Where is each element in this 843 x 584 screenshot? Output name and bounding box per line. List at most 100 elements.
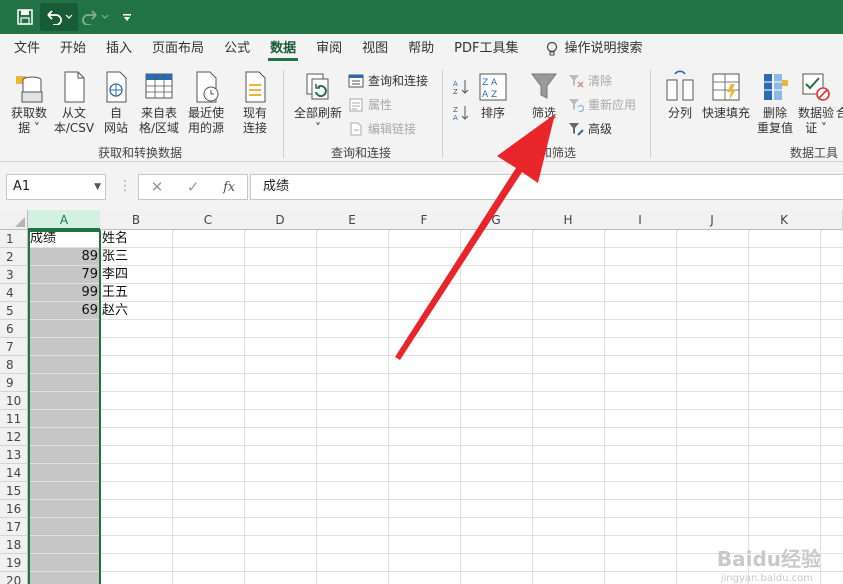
column-header-k[interactable]: K	[748, 210, 821, 230]
undo-icon[interactable]	[40, 3, 78, 31]
row-header-8[interactable]: 8	[0, 356, 28, 374]
advanced-filter-button[interactable]: 高级	[568, 120, 612, 137]
row-header-6[interactable]: 6	[0, 320, 28, 338]
column-header-a[interactable]: A	[28, 210, 101, 230]
svg-text:A: A	[453, 80, 458, 88]
row-header-3[interactable]: 3	[0, 266, 28, 284]
column-header-f[interactable]: F	[388, 210, 461, 230]
row-header-2[interactable]: 2	[0, 248, 28, 266]
sort-descending-icon[interactable]: ZA	[452, 104, 470, 122]
from-web-button[interactable]: 自 网站	[98, 70, 134, 136]
select-all-corner[interactable]	[0, 210, 28, 230]
row-header-19[interactable]: 19	[0, 554, 28, 572]
tab-home[interactable]: 开始	[50, 34, 96, 64]
filter-funnel-icon	[531, 73, 557, 99]
tab-file[interactable]: 文件	[0, 34, 50, 64]
row-header-16[interactable]: 16	[0, 500, 28, 518]
chevron-down-icon[interactable]: ▼	[94, 175, 101, 199]
edit-links-icon	[350, 122, 362, 135]
get-data-button[interactable]: 获取数 据 ˅	[8, 70, 50, 136]
formula-bar-grip-icon[interactable]: ⋮	[118, 178, 132, 194]
enter-icon[interactable]: ✓	[187, 178, 200, 196]
save-icon[interactable]	[10, 0, 40, 34]
excel-window: 文件 开始 插入 页面布局 公式 数据 审阅 视图 帮助 PDF工具集 操作说明…	[0, 0, 843, 584]
name-box[interactable]: A1 ▼	[6, 174, 106, 200]
grid-line	[28, 301, 843, 302]
cell-b2[interactable]: 张三	[102, 248, 128, 266]
column-header-j[interactable]: J	[676, 210, 749, 230]
column-header-b[interactable]: B	[100, 210, 173, 230]
sort-button[interactable]: Z AA Z 排序	[476, 70, 510, 121]
customize-qat-icon[interactable]	[116, 0, 138, 34]
column-header-g[interactable]: G	[460, 210, 533, 230]
clear-filter-button[interactable]: 清除	[568, 72, 612, 89]
column-header-i[interactable]: I	[604, 210, 677, 230]
edit-links-button[interactable]: 编辑链接	[348, 120, 416, 137]
data-validation-button[interactable]: 数据验 证 ˅	[796, 70, 836, 136]
properties-button[interactable]: 属性	[348, 96, 392, 113]
group-divider	[283, 70, 284, 158]
grid-line	[28, 535, 843, 536]
flash-fill-button[interactable]: 快速填充	[700, 70, 752, 121]
text-to-columns-button[interactable]: 分列	[660, 70, 700, 121]
row-header-1[interactable]: 1	[0, 230, 28, 248]
grid-line	[28, 373, 843, 374]
cell-b3[interactable]: 李四	[102, 266, 128, 284]
column-header-partial[interactable]	[820, 210, 843, 230]
tab-formulas[interactable]: 公式	[214, 34, 260, 64]
filter-button[interactable]: 筛选	[526, 70, 562, 121]
svg-text:A: A	[453, 114, 458, 122]
tab-review[interactable]: 审阅	[306, 34, 352, 64]
row-header-15[interactable]: 15	[0, 482, 28, 500]
tell-me-label: 操作说明搜索	[564, 41, 643, 56]
row-header-12[interactable]: 12	[0, 428, 28, 446]
row-header-14[interactable]: 14	[0, 464, 28, 482]
sort-az-za-buttons: AZ ZA	[452, 78, 470, 122]
row-header-5[interactable]: 5	[0, 302, 28, 320]
remove-duplicates-button[interactable]: 删除 重复值	[754, 70, 796, 136]
row-header-18[interactable]: 18	[0, 536, 28, 554]
from-text-csv-button[interactable]: 从文 本/CSV	[52, 70, 96, 136]
tab-insert[interactable]: 插入	[96, 34, 142, 64]
tab-view[interactable]: 视图	[352, 34, 398, 64]
cell-b1[interactable]: 姓名	[102, 230, 128, 248]
cancel-icon[interactable]: ✕	[151, 178, 164, 196]
formula-input[interactable]: 成绩	[250, 174, 843, 200]
row-header-11[interactable]: 11	[0, 410, 28, 428]
tab-data[interactable]: 数据	[260, 34, 306, 64]
row-header-17[interactable]: 17	[0, 518, 28, 536]
tab-pdf-tools[interactable]: PDF工具集	[444, 34, 528, 64]
column-header-e[interactable]: E	[316, 210, 389, 230]
sort-ascending-icon[interactable]: AZ	[452, 78, 470, 96]
row-header-20[interactable]: 20	[0, 572, 28, 584]
tab-page-layout[interactable]: 页面布局	[142, 34, 214, 64]
refresh-all-button[interactable]: 全部刷新 ˅	[290, 70, 346, 136]
column-header-c[interactable]: C	[172, 210, 245, 230]
consolidate-button[interactable]: 合	[836, 104, 843, 121]
group-label-data-tools: 数据工具	[790, 146, 839, 160]
insert-function-icon[interactable]: fx	[223, 180, 235, 195]
reapply-button[interactable]: 重新应用	[568, 96, 636, 113]
column-header-h[interactable]: H	[532, 210, 605, 230]
row-header-4[interactable]: 4	[0, 284, 28, 302]
recent-sources-button[interactable]: 最近使 用的源	[184, 70, 228, 136]
existing-connections-button[interactable]: 现有 连接	[236, 70, 274, 136]
row-header-13[interactable]: 13	[0, 446, 28, 464]
cell-b5[interactable]: 赵六	[102, 302, 128, 320]
svg-text:Z: Z	[453, 106, 458, 114]
formula-buttons: ✕ ✓ fx	[138, 174, 248, 200]
group-label-get-transform: 获取和转换数据	[98, 146, 183, 160]
column-header-d[interactable]: D	[244, 210, 317, 230]
redo-icon[interactable]	[78, 0, 116, 34]
tell-me-search[interactable]: 操作说明搜索	[536, 34, 652, 64]
queries-connections-button[interactable]: 查询和连接	[348, 72, 428, 89]
row-header-10[interactable]: 10	[0, 392, 28, 410]
from-table-range-button[interactable]: 来自表 格/区域	[136, 70, 182, 136]
advanced-filter-icon	[569, 122, 584, 136]
worksheet-grid[interactable]: A B C D E F G H I J K 1 2 3 4 5 6 7 8 9 10 11 12 13 14 15 16 17 18 19…	[0, 210, 843, 584]
grid-line	[28, 355, 843, 356]
row-header-7[interactable]: 7	[0, 338, 28, 356]
row-header-9[interactable]: 9	[0, 374, 28, 392]
cell-b4[interactable]: 王五	[102, 284, 128, 302]
tab-help[interactable]: 帮助	[398, 34, 444, 64]
